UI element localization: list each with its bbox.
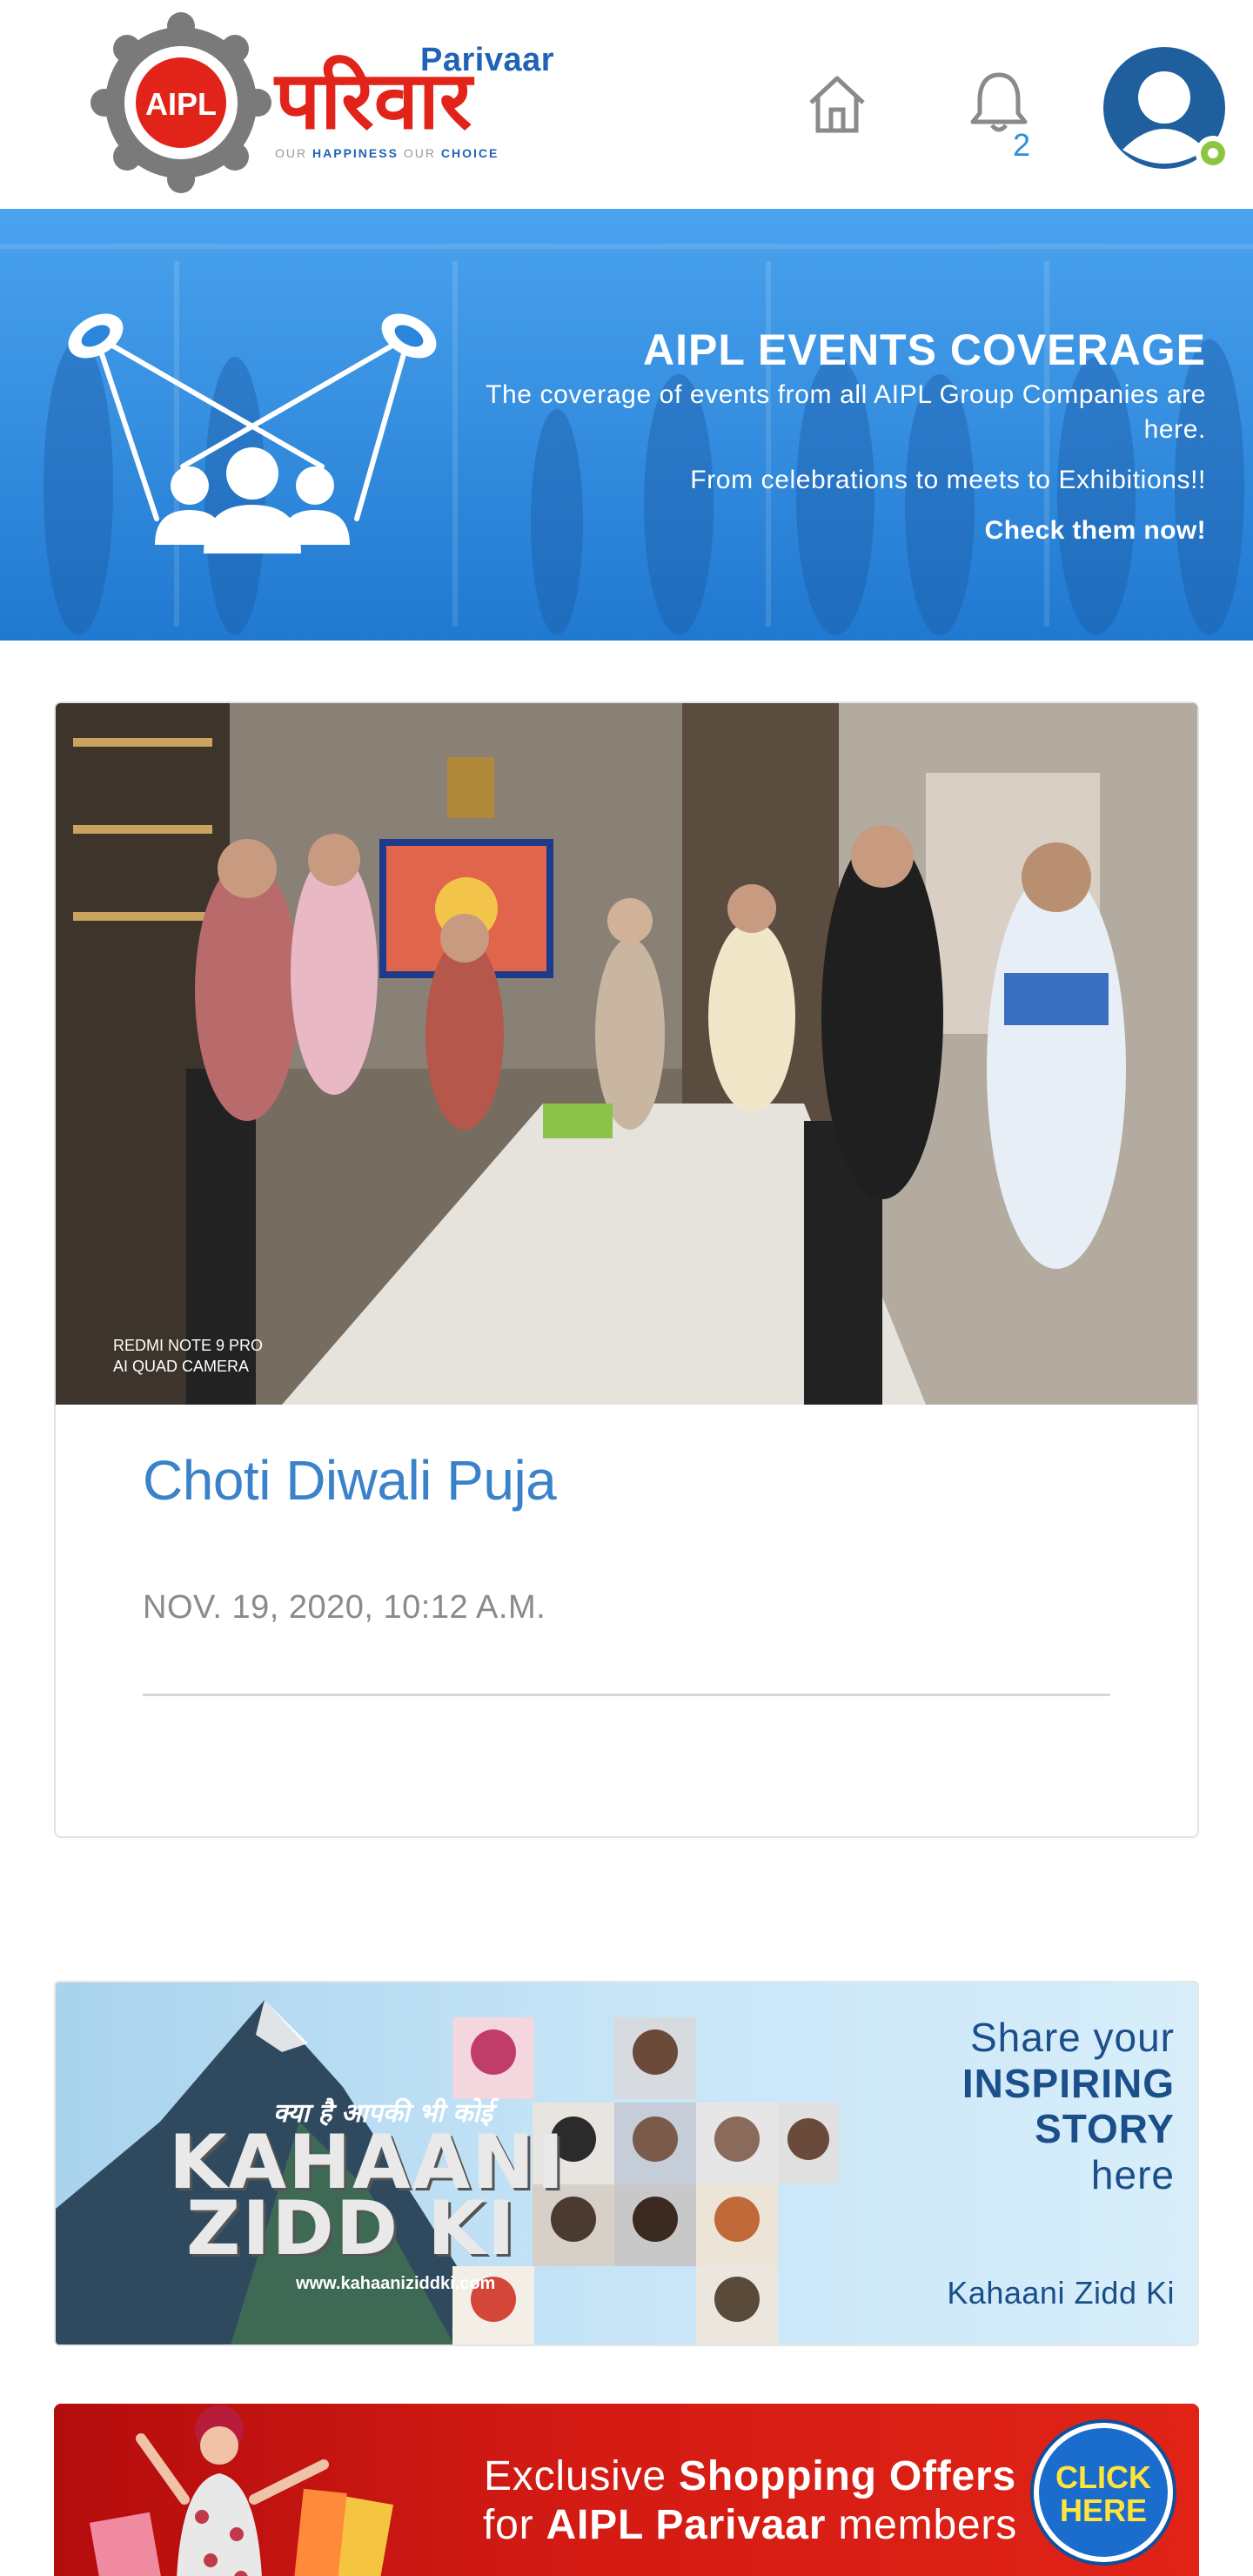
logo-badge-text: AIPL	[145, 86, 217, 122]
share-story-text: Share your INSPIRING STORY here	[962, 2014, 1175, 2198]
kahaani-zidd-ki-banner[interactable]: क्या है आपकी भी कोई KAHAANI ZIDD KI www.…	[54, 1981, 1199, 2346]
shop-for: for	[482, 2502, 534, 2548]
tagline-our-2: OUR	[403, 146, 436, 160]
shop-line-2: for AIPL Parivaar members	[446, 2501, 1055, 2550]
shopper-illustration	[89, 2405, 393, 2576]
shop-aipl-parivaar: AIPL Parivaar	[546, 2502, 827, 2548]
event-photo-illustration	[56, 703, 1197, 1405]
tagline-happiness: HAPPINESS	[312, 146, 399, 160]
gear-logo-icon: AIPL	[90, 12, 271, 193]
tagline-choice: CHOICE	[440, 146, 499, 160]
shop-members: members	[838, 2502, 1018, 2548]
click-here-line2: HERE	[1059, 2492, 1148, 2528]
home-icon	[809, 76, 865, 133]
shop-exclusive: Exclusive	[483, 2453, 667, 2499]
kz-url: www.kahaaniziddki.com	[296, 2274, 496, 2293]
event-date: NOV. 19, 2020, 10:12 A.M.	[143, 1589, 546, 1626]
user-avatar-button[interactable]	[1103, 47, 1234, 178]
event-card[interactable]: REDMI NOTE 9 PRO AI QUAD CAMERA Choti Di…	[54, 701, 1199, 1838]
home-button[interactable]	[802, 70, 872, 139]
user-avatar-icon	[1103, 47, 1230, 171]
app-header: AIPL Parivaar परिवार OUR HAPPINESS OUR C…	[0, 0, 1253, 209]
shopping-offers-text: Exclusive Shopping Offers for AIPL Pariv…	[446, 2452, 1055, 2550]
photo-watermark: REDMI NOTE 9 PRO AI QUAD CAMERA	[77, 1335, 263, 1377]
logo-tagline: OUR HAPPINESS OUR CHOICE	[275, 146, 499, 160]
tagline-our-1: OUR	[275, 146, 308, 160]
kahaani-footer-label: Kahaani Zidd Ki	[947, 2275, 1175, 2311]
kahaani-logo: क्या है आपकी भी कोई KAHAANI ZIDD KI www.…	[169, 2094, 566, 2294]
here-label: here	[1090, 2152, 1175, 2197]
notifications-button[interactable]: 2	[964, 68, 1034, 163]
event-title[interactable]: Choti Diwali Puja	[143, 1448, 557, 1513]
card-divider	[143, 1694, 1110, 1696]
logo-hindi-wordmark: परिवार	[275, 54, 472, 147]
page: AIPL Parivaar परिवार OUR HAPPINESS OUR C…	[0, 0, 1253, 2576]
spotlight-audience-icon	[68, 313, 437, 553]
shopping-offers-banner[interactable]: Exclusive Shopping Offers for AIPL Pariv…	[54, 2404, 1199, 2576]
photo-watermark-line2: AI QUAD CAMERA	[113, 1358, 250, 1375]
banner-description: The coverage of events from all AIPL Gro…	[486, 380, 1206, 444]
banner-title: AIPL EVENTS COVERAGE	[643, 325, 1206, 374]
story-label: STORY	[1035, 2106, 1175, 2151]
event-photo: REDMI NOTE 9 PRO AI QUAD CAMERA	[56, 703, 1197, 1405]
notification-count-badge: 2	[1013, 127, 1031, 163]
banner-text-block: AIPL EVENTS COVERAGE The coverage of eve…	[423, 322, 1206, 548]
shop-shopping-offers: Shopping Offers	[679, 2453, 1017, 2499]
banner-cta[interactable]: Check them now!	[423, 513, 1206, 548]
kz-line-2: ZIDD KI	[186, 2185, 517, 2272]
click-here-button[interactable]: CLICK HERE	[1034, 2423, 1173, 2562]
banner-subline: From celebrations to meets to Exhibition…	[690, 466, 1206, 494]
photo-watermark-line1: REDMI NOTE 9 PRO	[113, 1337, 264, 1354]
click-here-line1: CLICK	[1055, 2459, 1151, 2495]
aipl-parivaar-logo[interactable]: AIPL Parivaar परिवार OUR HAPPINESS OUR C…	[85, 7, 573, 198]
share-your-label: Share your	[969, 2015, 1175, 2060]
inspiring-label: INSPIRING	[962, 2061, 1175, 2106]
shop-line-1: Exclusive Shopping Offers	[446, 2452, 1055, 2501]
events-coverage-banner[interactable]: AIPL EVENTS COVERAGE The coverage of eve…	[0, 209, 1253, 641]
